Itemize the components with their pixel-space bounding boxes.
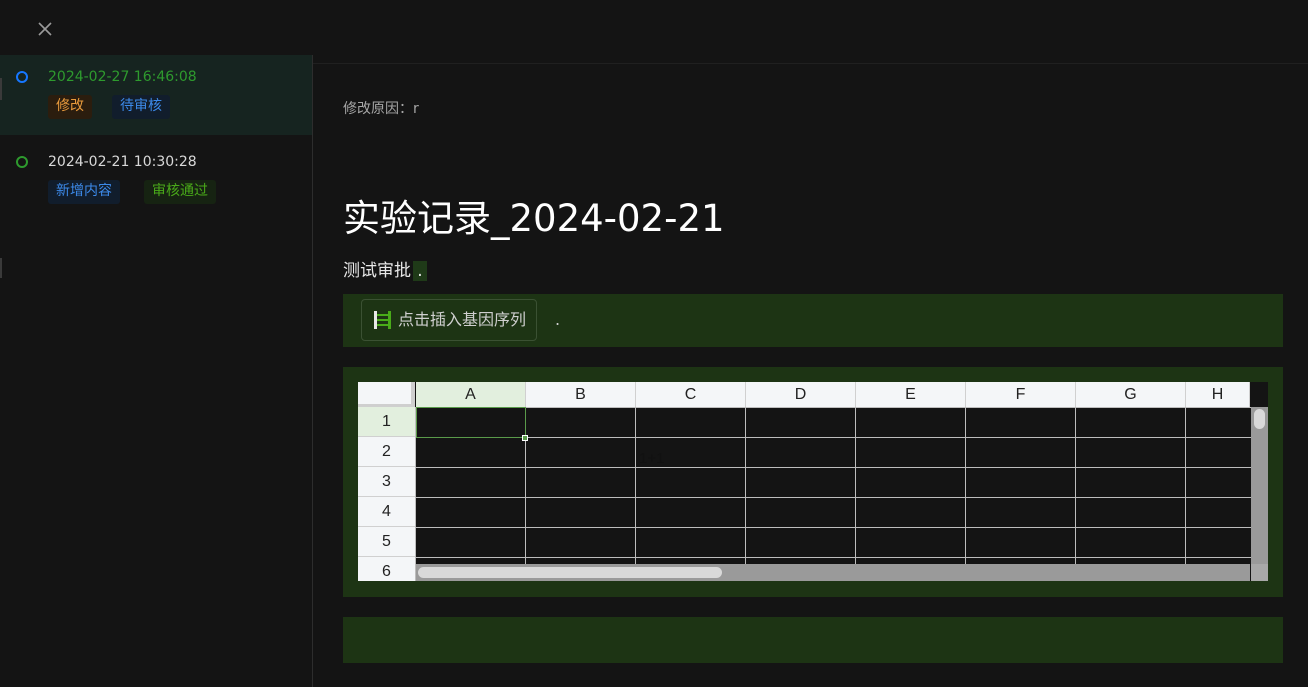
history-time: 2024-02-21 10:30:28 (48, 154, 197, 170)
history-item-2[interactable]: 2024-02-21 10:30:28 新增内容 审核通过 (0, 140, 312, 220)
modify-reason: 修改原因：r (343, 101, 419, 117)
edge-mark (0, 78, 2, 100)
subtitle-mark: . (413, 261, 427, 281)
selected-cell[interactable] (416, 407, 526, 438)
spreadsheet-block: A B C D E F G H 1 2 3 4 5 6 1+1 (343, 367, 1283, 597)
fill-handle[interactable] (522, 435, 528, 441)
insert-gene-sequence-button[interactable]: 点击插入基因序列 (361, 299, 538, 341)
column-header-c[interactable]: C (636, 382, 746, 407)
grid-line (855, 407, 856, 581)
row-header-5[interactable]: 5 (358, 527, 415, 557)
gene-block: 点击插入基因序列 . (343, 294, 1283, 347)
grid-line (1075, 407, 1076, 581)
tag-approved: 审核通过 (144, 180, 216, 204)
grid-line (416, 527, 1268, 528)
row-header-1[interactable]: 1 (358, 407, 415, 437)
grid-line (635, 407, 636, 581)
grid-line (1185, 407, 1186, 581)
select-all-corner[interactable] (358, 382, 415, 407)
column-header-g[interactable]: G (1076, 382, 1186, 407)
tag-modify: 修改 (48, 95, 92, 119)
horizontal-scrollbar[interactable] (416, 564, 1250, 581)
column-header-d[interactable]: D (746, 382, 856, 407)
history-sidebar: 2024-02-27 16:46:08 修改 待审核 2024-02-21 10… (0, 55, 312, 687)
grid-line (416, 437, 1268, 438)
doc-subtitle: 测试审批. (343, 256, 427, 281)
column-header-h[interactable]: H (1186, 382, 1250, 407)
row-header-4[interactable]: 4 (358, 497, 415, 527)
spreadsheet[interactable]: A B C D E F G H 1 2 3 4 5 6 1+1 (358, 382, 1268, 581)
gene-dot: . (555, 310, 561, 329)
gene-button-label: 点击插入基因序列 (398, 310, 527, 329)
empty-block[interactable] (343, 617, 1283, 663)
history-item-1[interactable]: 2024-02-27 16:46:08 修改 待审核 (0, 55, 312, 135)
page-title: 实验记录_2024-02-21 (343, 197, 725, 240)
subtitle-text: 测试审批 (343, 261, 411, 281)
grid-line (965, 407, 966, 581)
row-header-2[interactable]: 2 (358, 437, 415, 467)
column-header-a[interactable]: A (416, 382, 526, 407)
grid-line (416, 557, 1268, 558)
tag-pending: 待审核 (112, 95, 170, 119)
top-bar (0, 0, 1308, 55)
timeline-dot (16, 71, 28, 83)
horizontal-scroll-thumb[interactable] (418, 567, 722, 578)
vertical-scrollbar[interactable] (1251, 407, 1268, 564)
cell-c2[interactable]: 1+1 (639, 450, 664, 467)
grid-line (416, 497, 1268, 498)
row-header-6[interactable]: 6 (358, 557, 415, 581)
grid-line (416, 467, 1268, 468)
close-icon[interactable] (33, 17, 57, 41)
grid-line (745, 407, 746, 581)
vertical-scroll-thumb[interactable] (1254, 409, 1265, 429)
history-time: 2024-02-27 16:46:08 (48, 69, 197, 85)
timeline-dot (16, 156, 28, 168)
document-view: 修改原因：r 实验记录_2024-02-21 测试审批. 点击插入基因序列 . … (313, 64, 1308, 687)
grid-line (416, 407, 1268, 408)
tag-new-content: 新增内容 (48, 180, 120, 204)
column-header-f[interactable]: F (966, 382, 1076, 407)
scroll-corner (1251, 564, 1268, 581)
edge-mark (0, 258, 2, 278)
row-header-3[interactable]: 3 (358, 467, 415, 497)
sequence-icon (374, 311, 391, 329)
column-header-e[interactable]: E (856, 382, 966, 407)
column-header-b[interactable]: B (526, 382, 636, 407)
